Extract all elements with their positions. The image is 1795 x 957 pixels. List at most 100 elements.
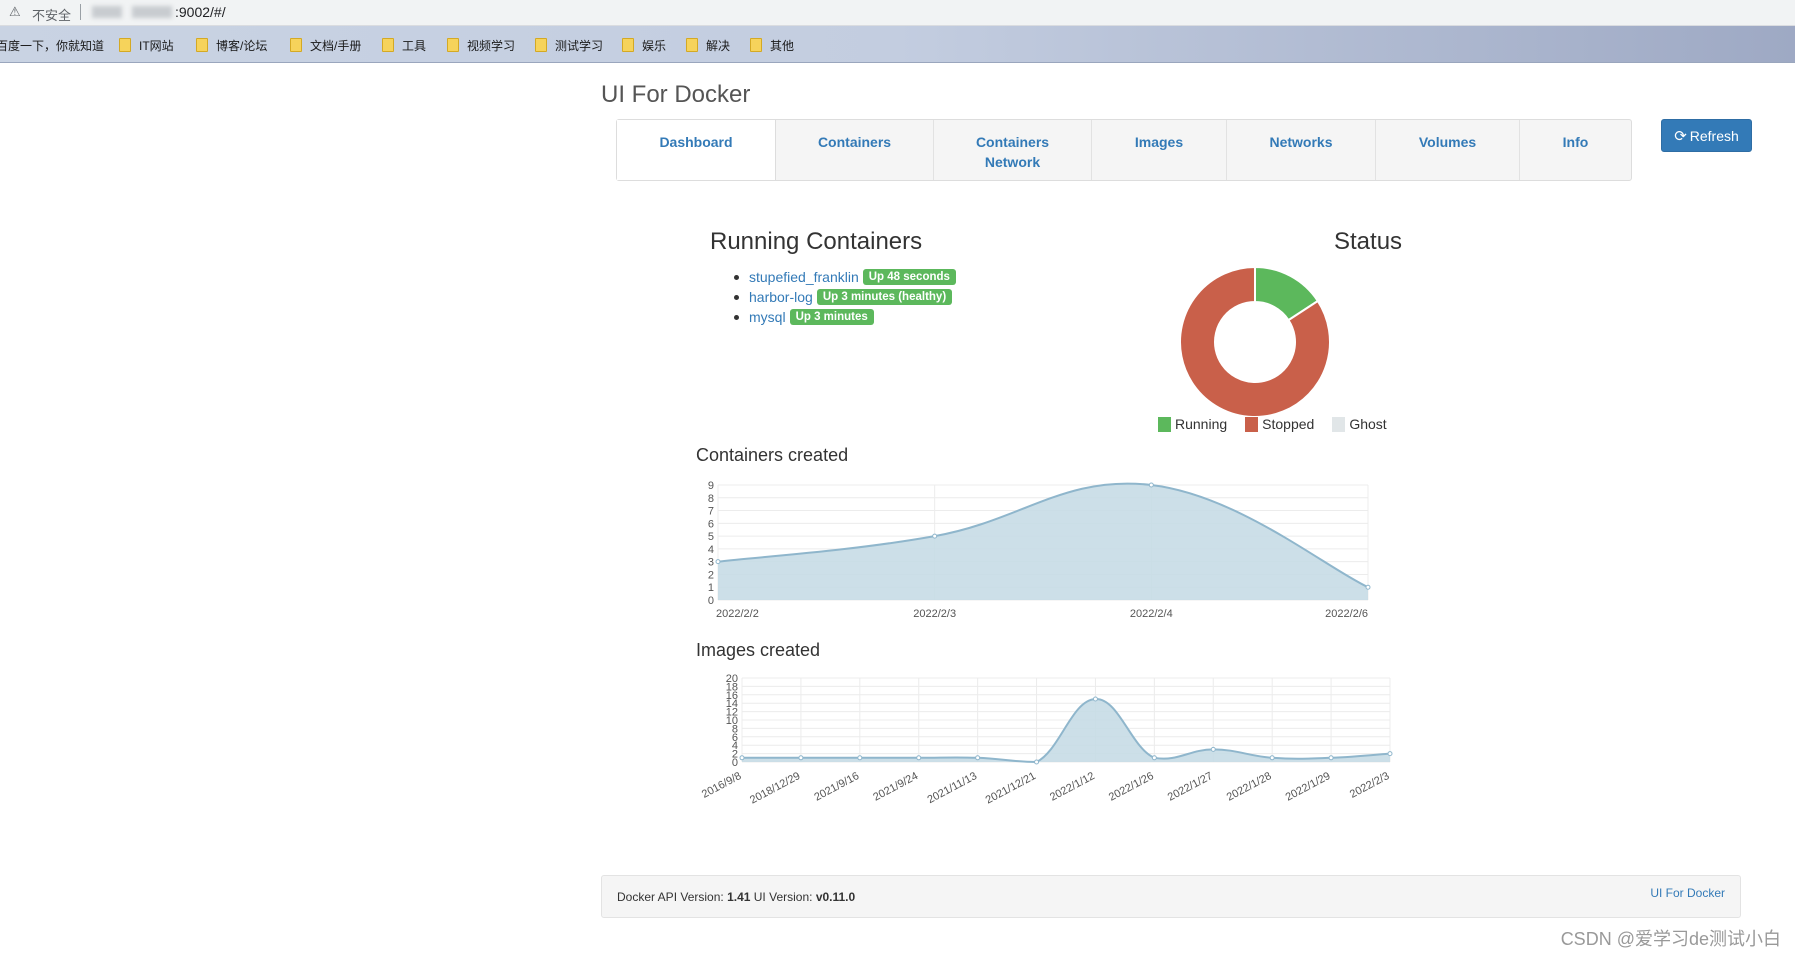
data-point [1210, 746, 1216, 752]
y-tick-label: 4 [708, 544, 714, 556]
data-point [1365, 584, 1371, 590]
container-link[interactable]: stupefied_franklin [749, 269, 859, 285]
data-point [739, 755, 745, 761]
images-created-title: Images created [696, 640, 821, 660]
x-tick-label: 2022/2/6 [1325, 608, 1368, 620]
x-tick-label: 2021/12/21 [984, 770, 1038, 806]
status-doughnut-chart [1179, 265, 1331, 418]
data-point [975, 755, 981, 761]
status-badge: Up 3 minutes (healthy) [816, 289, 953, 305]
legend-label: Ghost [1349, 416, 1387, 432]
x-tick-label: 2022/2/3 [913, 608, 956, 620]
nav-containers[interactable]: Containers [776, 120, 934, 180]
address-divider [80, 4, 81, 20]
bookmarks-bar: 百度一下，你就知道 IT网站 博客/论坛 文档/手册 工具 视频学习 测试学习 … [0, 26, 1795, 63]
running-containers-title: Running Containers [710, 228, 923, 255]
redacted-host [132, 6, 172, 18]
folder-icon [447, 38, 459, 52]
bookmark-item[interactable]: 娱乐 [622, 37, 666, 54]
container-link[interactable]: mysql [749, 309, 786, 325]
folder-icon [119, 38, 131, 52]
y-tick-label: 3 [708, 557, 714, 569]
x-tick-label: 2021/11/13 [926, 770, 980, 806]
list-item: stupefied_franklin Up 48 seconds [734, 267, 956, 287]
x-tick-label: 2022/1/29 [1284, 770, 1333, 804]
bullet [734, 314, 739, 320]
refresh-button[interactable]: ⟳ Refresh [1661, 119, 1752, 152]
status-title: Status [1334, 228, 1403, 255]
legend-swatch [1332, 416, 1346, 432]
url-text: :9002/#/ [175, 4, 226, 20]
y-tick-label: 0 [708, 595, 714, 607]
data-point [1328, 755, 1334, 761]
ui-version-label: UI Version: [753, 890, 813, 904]
data-point [715, 559, 721, 565]
folder-icon [686, 38, 698, 52]
data-point [1092, 696, 1098, 702]
folder-icon [622, 38, 634, 52]
list-item: mysql Up 3 minutes [734, 307, 956, 327]
y-tick-label: 1 [708, 582, 714, 594]
bookmark-item[interactable]: 文档/手册 [290, 37, 361, 54]
bullet [734, 274, 739, 280]
folder-icon [382, 38, 394, 52]
bookmark-item[interactable]: 百度一下，你就知道 [0, 37, 104, 54]
bookmark-item[interactable]: 博客/论坛 [196, 37, 267, 54]
status-legend: Running Stopped Ghost [1158, 416, 1405, 432]
warning-icon: ⚠ [9, 4, 21, 19]
bookmark-item[interactable]: 工具 [382, 37, 426, 54]
area-fill [742, 698, 1390, 762]
x-tick-label: 2022/1/12 [1048, 770, 1097, 804]
y-tick-label: 2 [708, 569, 714, 581]
refresh-icon: ⟳ [1674, 127, 1687, 145]
y-tick-label: 20 [726, 673, 738, 685]
security-label: 不安全 [32, 8, 72, 23]
legend-label: Running [1175, 416, 1228, 432]
legend-swatch [1158, 416, 1171, 432]
container-link[interactable]: harbor-log [749, 289, 813, 305]
status-badge: Up 48 seconds [862, 269, 956, 285]
nav-volumes[interactable]: Volumes [1376, 120, 1520, 180]
y-tick-label: 9 [708, 480, 714, 492]
running-containers-list: stupefied_franklin Up 48 seconds harbor-… [734, 267, 956, 327]
nav-images[interactable]: Images [1092, 120, 1227, 180]
data-point [1151, 755, 1157, 761]
data-point [932, 533, 938, 539]
bookmark-item[interactable]: 测试学习 [535, 37, 603, 54]
x-tick-label: 2022/2/4 [1130, 608, 1173, 620]
data-point [1148, 482, 1154, 488]
version-info: Docker API Version: 1.41 UI Version: v0.… [617, 890, 855, 904]
footer-link[interactable]: UI For Docker [1650, 886, 1725, 900]
nav-info[interactable]: Info [1520, 120, 1631, 180]
y-tick-label: 5 [708, 531, 714, 543]
bookmark-item[interactable]: 其他 [750, 37, 794, 54]
data-point [857, 755, 863, 761]
folder-icon [290, 38, 302, 52]
x-tick-label: 2022/1/26 [1107, 770, 1156, 804]
api-version-value: 1.41 [727, 890, 751, 904]
nav-dashboard[interactable]: Dashboard [617, 120, 776, 180]
data-point [1269, 755, 1275, 761]
refresh-label: Refresh [1689, 127, 1739, 144]
folder-icon [535, 38, 547, 52]
containers-created-chart: 0123456789 2022/2/2 2022/2/3 2022/2/4 2022/2… [708, 480, 1371, 620]
x-tick-label: 2022/1/28 [1225, 770, 1274, 804]
y-tick-label: 8 [708, 493, 714, 505]
containers-created-title: Containers created [696, 445, 849, 465]
folder-icon [750, 38, 762, 52]
x-tick-label: 2016/9/8 [700, 770, 743, 801]
legend-item-running: Running [1158, 416, 1227, 432]
y-tick-label: 6 [708, 518, 714, 530]
brand-title[interactable]: UI For Docker [601, 81, 750, 109]
bookmark-item[interactable]: IT网站 [119, 37, 174, 54]
nav-containers-network[interactable]: Containers Network [934, 120, 1092, 180]
watermark: CSDN @爱学习de测试小白 [1560, 929, 1781, 949]
legend-item-ghost: Ghost [1332, 416, 1387, 432]
nav-networks[interactable]: Networks [1227, 120, 1376, 180]
status-badge: Up 3 minutes [789, 309, 874, 325]
bookmark-item[interactable]: 解决 [686, 37, 730, 54]
main-nav: Dashboard Containers Containers Network … [616, 119, 1632, 181]
data-point [1034, 759, 1040, 765]
address-bar[interactable]: ⚠ 不安全 :9002/#/ [0, 0, 1795, 26]
bookmark-item[interactable]: 视频学习 [447, 37, 515, 54]
